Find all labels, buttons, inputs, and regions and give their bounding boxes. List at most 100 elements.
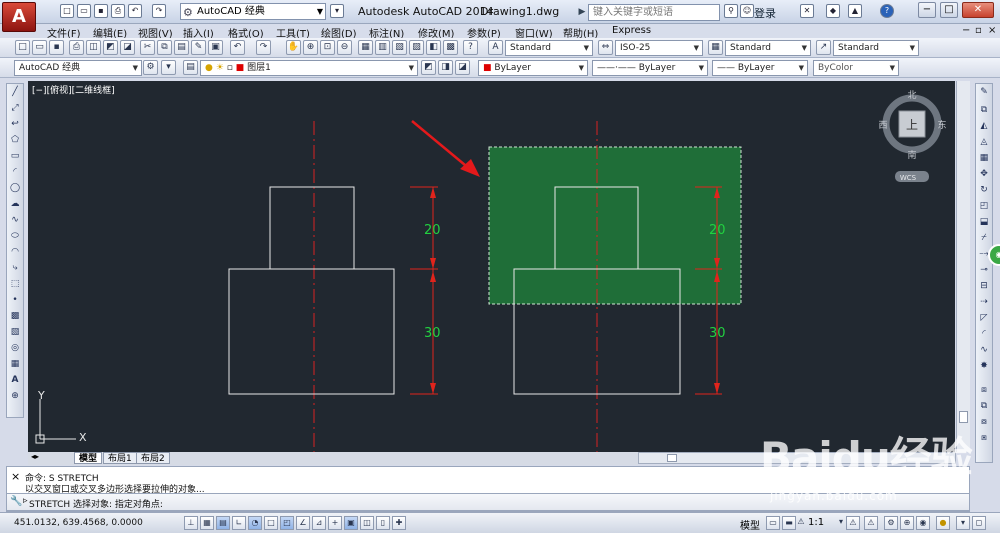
workspace-settings-icon[interactable]: ⚙ bbox=[143, 60, 158, 75]
object-snap-tracking-icon[interactable]: ∠ bbox=[296, 516, 310, 530]
autodesk-exchange-icon[interactable]: ▲ bbox=[848, 4, 862, 18]
3d-osnap-icon[interactable]: ◰ bbox=[280, 516, 294, 530]
auto-scale-icon[interactable]: ⚠ bbox=[864, 516, 878, 530]
make-current-layer-icon[interactable]: ◩ bbox=[421, 60, 436, 75]
annotation-scale-select[interactable]: 1:1 bbox=[808, 517, 824, 528]
multileader-style-icon[interactable]: ↗ bbox=[816, 40, 831, 55]
circle-icon[interactable]: ◯ bbox=[8, 182, 22, 195]
plotstyle-select[interactable]: ByColor ▼ bbox=[813, 60, 899, 76]
zoom-window-icon[interactable]: ⊡ bbox=[320, 40, 335, 55]
mdi-minimize-icon[interactable]: − bbox=[962, 25, 970, 36]
wrench-icon[interactable]: 🔧 bbox=[10, 496, 22, 507]
plot-icon[interactable]: ⎙ bbox=[69, 40, 84, 55]
close-button[interactable]: ✕ bbox=[962, 2, 994, 18]
zoom-realtime-icon[interactable]: ⊕ bbox=[303, 40, 318, 55]
color-select[interactable]: ■ ByLayer ▼ bbox=[478, 60, 588, 76]
ellipse-arc-icon[interactable]: ◠ bbox=[8, 246, 22, 259]
snap-mode-icon[interactable]: ▦ bbox=[200, 516, 214, 530]
print-icon[interactable]: ⎙ bbox=[111, 4, 125, 18]
text-style-icon[interactable]: A bbox=[488, 40, 503, 55]
user-icon[interactable]: ☺ bbox=[740, 4, 754, 18]
tab-layout1[interactable]: 布局1 bbox=[103, 452, 137, 464]
3d-dwf-icon[interactable]: ◪ bbox=[120, 40, 135, 55]
annotation-visibility-icon[interactable]: ⚠ bbox=[846, 516, 860, 530]
vertical-scrollbar[interactable] bbox=[956, 81, 970, 452]
send-back-icon[interactable]: ⧇ bbox=[977, 416, 991, 429]
status-menu-icon[interactable]: ▾ bbox=[956, 516, 970, 530]
sheet-set-icon[interactable]: ▨ bbox=[409, 40, 424, 55]
tab-nav-icons[interactable]: ◂▸ bbox=[31, 452, 39, 461]
search-input[interactable]: 键入关键字或短语 bbox=[588, 4, 720, 21]
save-icon[interactable]: ▪ bbox=[49, 40, 64, 55]
viewcube-west[interactable]: 西 bbox=[878, 120, 887, 131]
tab-model[interactable]: 模型 bbox=[74, 452, 103, 464]
text-front-icon[interactable]: ⧆ bbox=[977, 432, 991, 445]
ortho-mode-icon[interactable]: ∟ bbox=[232, 516, 246, 530]
publish-icon[interactable]: ◩ bbox=[103, 40, 118, 55]
scroll-thumb[interactable] bbox=[667, 454, 677, 462]
minimize-button[interactable]: − bbox=[918, 2, 936, 18]
point-icon[interactable]: • bbox=[8, 294, 22, 307]
lineweight-select[interactable]: —— ByLayer ▼ bbox=[712, 60, 808, 76]
wcs-menu[interactable]: WCS bbox=[900, 174, 917, 182]
redo-icon[interactable]: ↷ bbox=[152, 4, 166, 18]
arc-icon[interactable]: ◜ bbox=[8, 166, 22, 179]
explode-icon[interactable]: ✸ bbox=[977, 360, 991, 373]
menu-express[interactable]: Express bbox=[612, 25, 651, 36]
object-snap-icon[interactable]: □ bbox=[264, 516, 278, 530]
hardware-acceleration-icon[interactable]: ◉ bbox=[916, 516, 930, 530]
help-toolbar-icon[interactable]: ? bbox=[463, 40, 478, 55]
line-icon[interactable]: ╱ bbox=[8, 86, 22, 99]
help-icon[interactable]: ? bbox=[880, 4, 894, 18]
quick-view-layouts-icon[interactable]: ▭ bbox=[766, 516, 780, 530]
layer-state-icon[interactable]: ◪ bbox=[455, 60, 470, 75]
exchange-icon[interactable]: ✕ bbox=[800, 4, 814, 18]
new-file-icon[interactable]: □ bbox=[60, 4, 74, 18]
dim-style-select[interactable]: ISO-25 ▼ bbox=[615, 40, 703, 56]
pan-icon[interactable]: ✋ bbox=[286, 40, 301, 55]
tool-palettes-icon[interactable]: ▧ bbox=[392, 40, 407, 55]
left-upper-rectangle[interactable] bbox=[269, 186, 355, 270]
selection-cycling-icon[interactable]: ✚ bbox=[392, 516, 406, 530]
blend-curves-icon[interactable]: ∿ bbox=[977, 344, 991, 357]
array-icon[interactable]: ▦ bbox=[977, 152, 991, 165]
insert-block-icon[interactable]: ⤷ bbox=[8, 262, 22, 275]
properties-icon[interactable]: ▦ bbox=[358, 40, 373, 55]
layer-previous-icon[interactable]: ◨ bbox=[438, 60, 453, 75]
quickcalc-icon[interactable]: ▩ bbox=[443, 40, 458, 55]
viewport-label[interactable]: [−][俯视][二维线框] bbox=[32, 84, 115, 96]
polygon-icon[interactable]: ⬠ bbox=[8, 134, 22, 147]
hatch-icon[interactable]: ▩ bbox=[8, 310, 22, 323]
rotate-icon[interactable]: ↻ bbox=[977, 184, 991, 197]
zoom-previous-icon[interactable]: ⊖ bbox=[337, 40, 352, 55]
quick-properties-icon[interactable]: ▯ bbox=[376, 516, 390, 530]
dynamic-input-icon[interactable]: + bbox=[328, 516, 342, 530]
scale-icon[interactable]: ◰ bbox=[977, 200, 991, 213]
table-style-icon[interactable]: ▦ bbox=[708, 40, 723, 55]
model-space-button[interactable]: 模型 bbox=[740, 517, 760, 532]
region-icon[interactable]: ◎ bbox=[8, 342, 22, 355]
workspace-extra-icon[interactable]: ▾ bbox=[161, 60, 176, 75]
mirror-icon[interactable]: ◭ bbox=[977, 120, 991, 133]
gradient-icon[interactable]: ▧ bbox=[8, 326, 22, 339]
copy-icon[interactable]: ⧉ bbox=[157, 40, 172, 55]
infer-constraints-icon[interactable]: ⊥ bbox=[184, 516, 198, 530]
mdi-restore-icon[interactable]: ▫ bbox=[975, 25, 982, 36]
make-block-icon[interactable]: ⬚ bbox=[8, 278, 22, 291]
multiline-text-icon[interactable]: A bbox=[8, 374, 22, 387]
command-input[interactable]: STRETCH 选择对象: 指定对角点: bbox=[29, 497, 163, 510]
login-link[interactable]: 登录 bbox=[754, 5, 776, 21]
move-icon[interactable]: ✥ bbox=[977, 168, 991, 181]
preview-icon[interactable]: ◫ bbox=[86, 40, 101, 55]
break-icon[interactable]: ⊟ bbox=[977, 280, 991, 293]
tab-layout2[interactable]: 布局2 bbox=[136, 452, 170, 464]
save-icon[interactable]: ▪ bbox=[94, 4, 108, 18]
search-expand-icon[interactable]: ▶ bbox=[576, 4, 588, 21]
viewcube-east[interactable]: 东 bbox=[937, 119, 946, 131]
spline-icon[interactable]: ∿ bbox=[8, 214, 22, 227]
open-icon[interactable]: ▭ bbox=[32, 40, 47, 55]
erase-icon[interactable]: ✎ bbox=[977, 86, 991, 99]
grid-display-icon[interactable]: ▤ bbox=[216, 516, 230, 530]
viewcube-south[interactable]: 南 bbox=[907, 149, 916, 161]
viewcube[interactable]: 上 北 南 东 西 WCS bbox=[878, 90, 947, 182]
